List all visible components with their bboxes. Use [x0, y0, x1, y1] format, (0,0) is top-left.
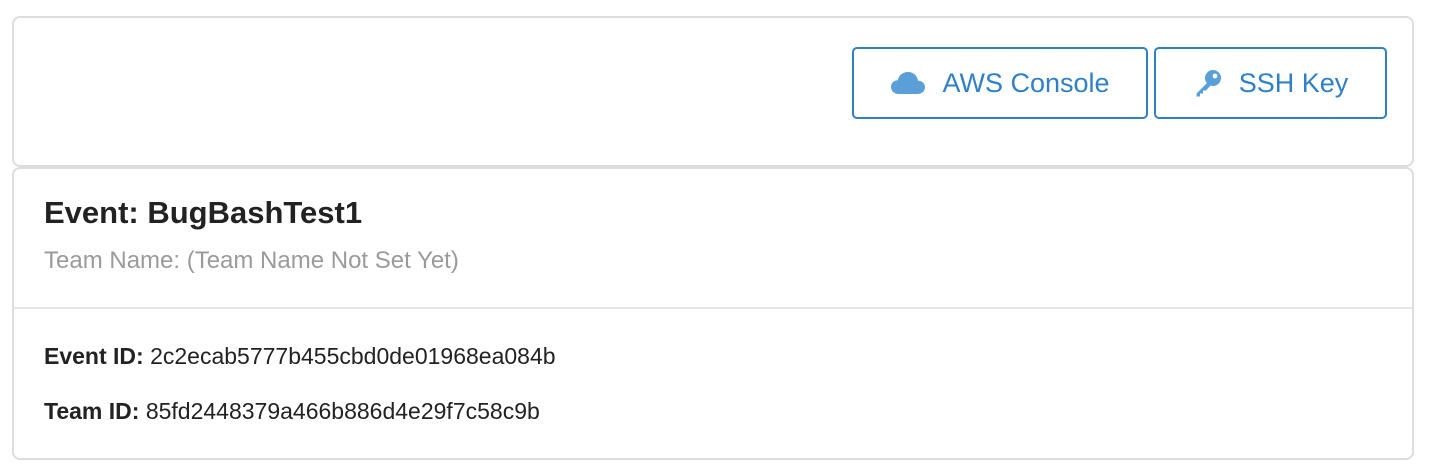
- event-card: Event: BugBashTest1 Team Name: (Team Nam…: [12, 167, 1414, 460]
- aws-console-label: AWS Console: [942, 67, 1110, 98]
- event-title: Event: BugBashTest1: [44, 195, 363, 230]
- team-id-label: Team ID:: [44, 398, 140, 424]
- event-id-label: Event ID:: [44, 343, 144, 369]
- key-icon: [1193, 68, 1223, 98]
- team-name: Team Name: (Team Name Not Set Yet): [44, 247, 459, 274]
- team-id-value: 85fd2448379a466b886d4e29f7c58c9b: [145, 398, 540, 424]
- event-id-row: Event ID: 2c2ecab5777b455cbd0de01968ea08…: [44, 343, 556, 370]
- cloud-icon: [890, 71, 926, 95]
- ssh-key-button[interactable]: SSH Key: [1154, 47, 1387, 119]
- team-id-row: Team ID: 85fd2448379a466b886d4e29f7c58c9…: [44, 398, 540, 425]
- card-divider: [14, 307, 1412, 309]
- event-id-value: 2c2ecab5777b455cbd0de01968ea084b: [150, 343, 556, 369]
- ssh-key-label: SSH Key: [1238, 67, 1349, 98]
- toolbar-panel: AWS Console SSH Key: [12, 16, 1414, 167]
- aws-console-button[interactable]: AWS Console: [852, 47, 1148, 119]
